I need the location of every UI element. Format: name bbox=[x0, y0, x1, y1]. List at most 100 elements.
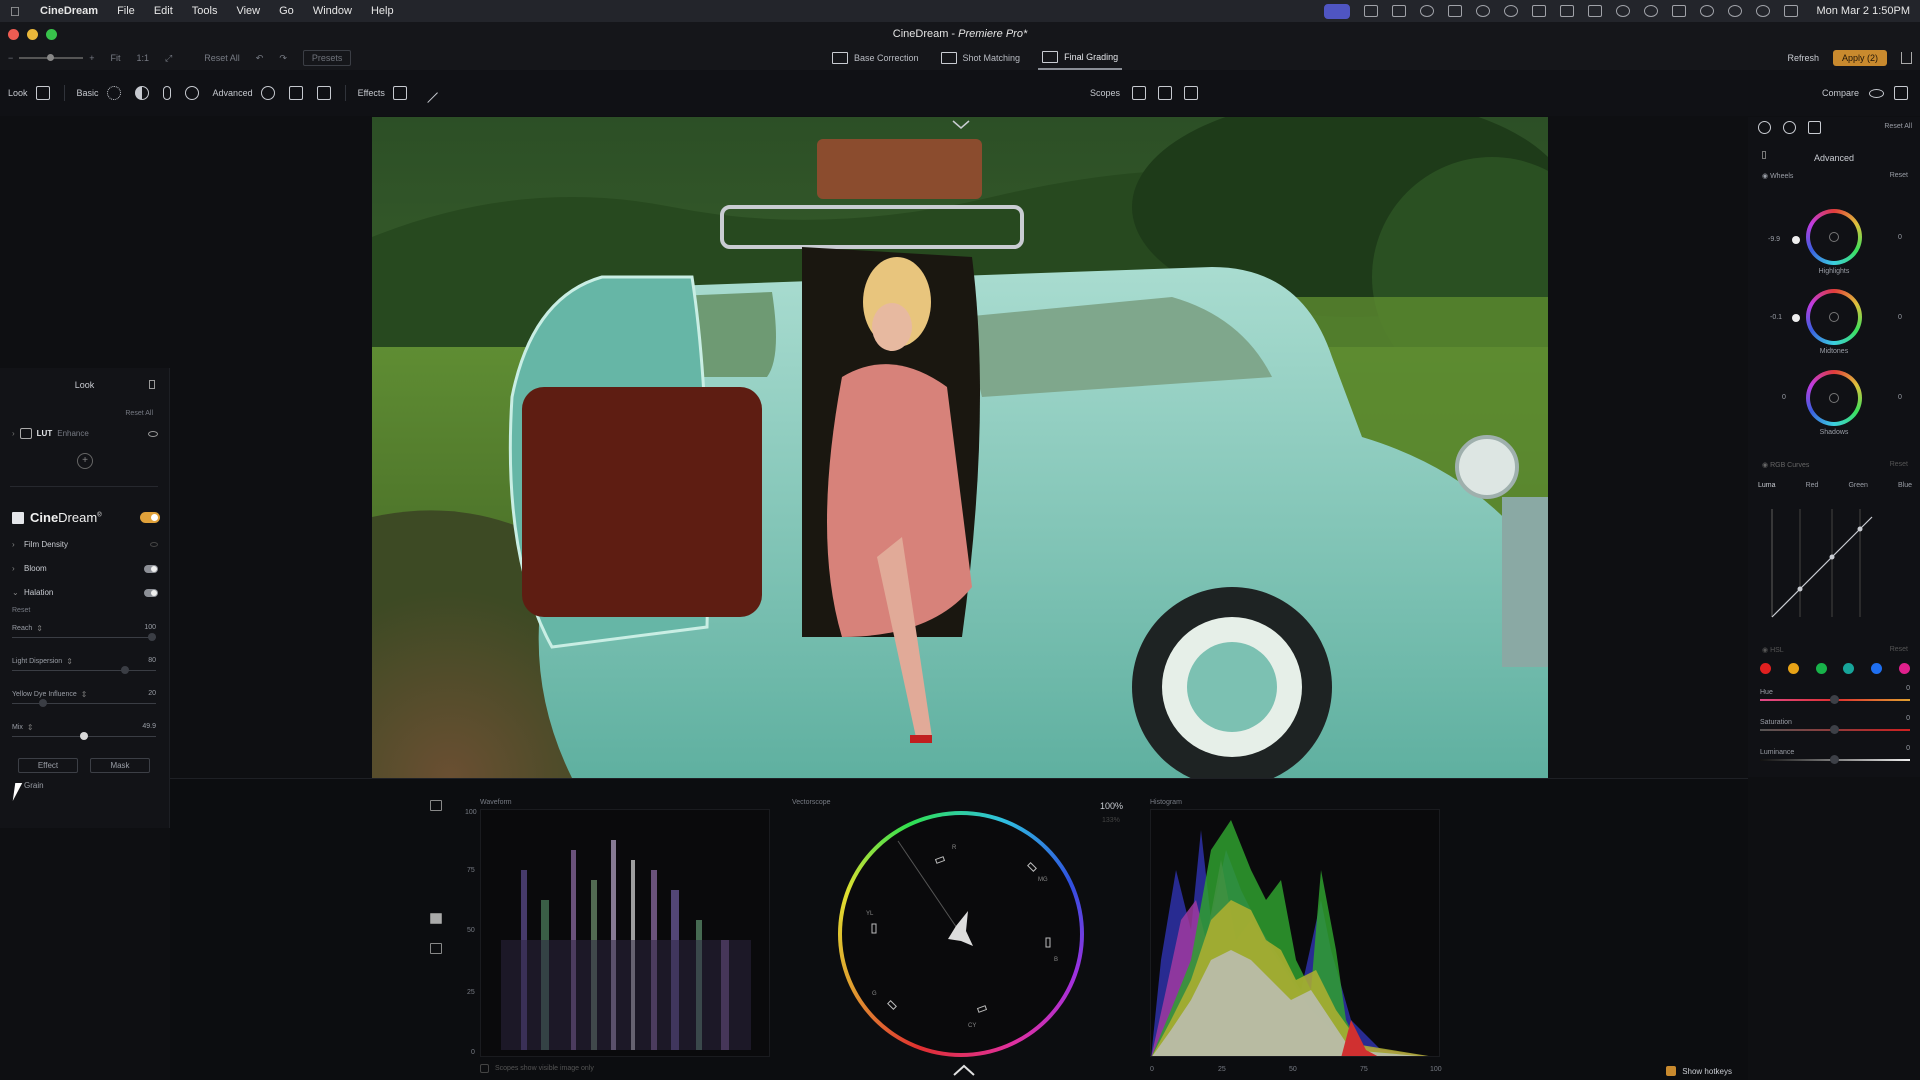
tab-shot-matching[interactable]: Shot Matching bbox=[937, 46, 1025, 70]
curves-icon[interactable] bbox=[288, 86, 303, 100]
compare-label[interactable]: Compare bbox=[1822, 88, 1859, 98]
vectorscope-zoom-alt[interactable]: 133% bbox=[1102, 817, 1120, 824]
apple-icon[interactable]:  bbox=[10, 4, 24, 19]
one-to-one-button[interactable]: 1:1 bbox=[137, 53, 150, 63]
scope-image-mode-icon[interactable] bbox=[430, 913, 442, 924]
cinedream-toggle[interactable] bbox=[140, 512, 160, 523]
visible-only-checkbox[interactable] bbox=[480, 1064, 489, 1073]
hue-knob[interactable] bbox=[1830, 695, 1839, 704]
hsl-cyan-swatch[interactable] bbox=[1843, 663, 1855, 674]
menubar-clock[interactable]: Mon Mar 2 1:50PM bbox=[1816, 5, 1910, 17]
effect-film-density[interactable]: › Film Density bbox=[12, 540, 158, 549]
search-icon[interactable] bbox=[1756, 5, 1771, 17]
menu-view[interactable]: View bbox=[236, 5, 260, 17]
saturation-slider[interactable]: Saturation 0 bbox=[1760, 715, 1910, 734]
wheels-label[interactable]: ◉ Wheels bbox=[1762, 172, 1793, 180]
menu-go[interactable]: Go bbox=[279, 5, 294, 17]
lut-row[interactable]: › LUT Enhance bbox=[12, 428, 158, 439]
rgb-curves-label[interactable]: ◉ RGB Curves bbox=[1762, 461, 1809, 469]
curve-tab-luma[interactable]: Luma bbox=[1758, 482, 1776, 489]
look-reset-all-button[interactable]: Reset All bbox=[125, 410, 153, 417]
hsl-green-swatch[interactable] bbox=[1815, 663, 1827, 674]
curves-reset-button[interactable]: Reset bbox=[1890, 461, 1908, 468]
effect-frame-icon[interactable] bbox=[392, 86, 407, 100]
chevron-right-icon[interactable]: › bbox=[12, 429, 15, 438]
curve-tab-blue[interactable]: Blue bbox=[1898, 482, 1912, 489]
sync-icon[interactable] bbox=[1476, 5, 1491, 17]
luminance-knob[interactable] bbox=[1830, 755, 1839, 764]
zoom-slider[interactable] bbox=[19, 54, 84, 61]
close-window-button[interactable] bbox=[8, 29, 19, 40]
effect-button[interactable]: Effect bbox=[18, 758, 78, 773]
saturation-icon[interactable] bbox=[184, 86, 199, 100]
basic-label[interactable]: Basic bbox=[77, 88, 99, 98]
display-icon[interactable] bbox=[1560, 5, 1575, 17]
minimize-window-button[interactable] bbox=[27, 29, 38, 40]
effect-bloom[interactable]: › Bloom bbox=[12, 564, 158, 573]
advanced-reset-all-button[interactable]: Reset All bbox=[1884, 123, 1912, 130]
look-label[interactable]: Look bbox=[8, 88, 28, 98]
zoom-window-button[interactable] bbox=[46, 29, 57, 40]
presets-button[interactable]: Presets bbox=[302, 50, 352, 66]
effects-label[interactable]: Effects bbox=[358, 88, 385, 98]
exposure-icon[interactable] bbox=[1758, 121, 1771, 134]
hsl-red-swatch[interactable] bbox=[1760, 663, 1771, 674]
luminance-slider[interactable]: Luminance 0 bbox=[1760, 745, 1910, 764]
menu-tools[interactable]: Tools bbox=[192, 5, 218, 17]
person-scope-icon[interactable] bbox=[1184, 86, 1199, 100]
saturation-knob[interactable] bbox=[1830, 725, 1839, 734]
stepper-icon[interactable]: ⇕ bbox=[36, 624, 43, 633]
show-hotkeys-option[interactable]: Show hotkeys bbox=[1666, 1066, 1732, 1076]
vectorscope-zoom[interactable]: 100% bbox=[1100, 801, 1123, 811]
shadows-wheel[interactable] bbox=[1806, 370, 1862, 426]
undo-icon[interactable]: ↶ bbox=[256, 53, 264, 64]
zoom-in-icon[interactable]: + bbox=[89, 53, 94, 63]
reach-slider[interactable]: Reach ⇕ 100 bbox=[12, 624, 156, 641]
keyboard-layout-icon[interactable] bbox=[1672, 5, 1687, 17]
light-dispersion-knob[interactable] bbox=[120, 666, 129, 674]
bloom-toggle[interactable] bbox=[144, 564, 158, 573]
menu-help[interactable]: Help bbox=[371, 5, 394, 17]
effect-frame-icon[interactable] bbox=[1808, 121, 1821, 134]
highlights-wheel[interactable] bbox=[1806, 209, 1862, 265]
bluetooth-icon[interactable] bbox=[1700, 5, 1715, 17]
effect-halation[interactable]: ⌄ Halation bbox=[12, 588, 158, 597]
font-icon[interactable] bbox=[1588, 5, 1603, 17]
halation-toggle[interactable] bbox=[144, 588, 158, 597]
dropbox-icon[interactable] bbox=[1448, 5, 1463, 17]
visible-only-option[interactable]: Scopes show visible image only bbox=[480, 1064, 594, 1073]
curve-tab-green[interactable]: Green bbox=[1848, 482, 1867, 489]
temperature-icon[interactable] bbox=[162, 86, 171, 100]
wifi-icon[interactable] bbox=[1728, 5, 1743, 17]
record-icon[interactable] bbox=[1420, 5, 1435, 17]
reach-knob[interactable] bbox=[148, 633, 156, 641]
control-center-icon[interactable] bbox=[1784, 5, 1799, 17]
fullscreen-icon[interactable]: ⤢ bbox=[165, 53, 172, 64]
hsl-blue-swatch[interactable] bbox=[1871, 663, 1883, 674]
effect-wand-icon[interactable] bbox=[418, 83, 438, 103]
timer-icon[interactable] bbox=[1616, 5, 1631, 17]
mix-knob[interactable] bbox=[79, 732, 88, 740]
exposure-icon[interactable] bbox=[106, 86, 121, 100]
reset-all-button[interactable]: Reset All bbox=[204, 53, 240, 63]
mask-button[interactable]: Mask bbox=[90, 758, 150, 773]
color-wheels-icon[interactable] bbox=[1783, 121, 1796, 134]
stepper-icon[interactable]: ⇕ bbox=[66, 657, 73, 666]
parade-scope-icon[interactable] bbox=[1158, 86, 1173, 100]
fit-button[interactable]: Fit bbox=[111, 53, 121, 63]
scope-bars-mode-icon[interactable] bbox=[430, 943, 442, 954]
refresh-button[interactable]: Refresh bbox=[1787, 53, 1819, 63]
image-viewer[interactable] bbox=[372, 117, 1548, 778]
menu-app[interactable]: CineDream bbox=[40, 5, 98, 17]
rgb-curve-graph[interactable] bbox=[1760, 497, 1910, 627]
curve-tab-red[interactable]: Red bbox=[1806, 482, 1819, 489]
midtones-wheel[interactable] bbox=[1806, 289, 1862, 345]
stepper-icon[interactable]: ⇕ bbox=[27, 723, 34, 732]
pin-icon[interactable] bbox=[149, 380, 155, 389]
camera-icon[interactable] bbox=[1364, 5, 1379, 17]
stepper-icon[interactable]: ⇕ bbox=[81, 690, 88, 699]
refresh-icon[interactable] bbox=[1504, 5, 1519, 17]
color-wheels-icon[interactable] bbox=[260, 86, 275, 100]
split-view-icon[interactable] bbox=[1894, 86, 1908, 100]
effect-grain[interactable]: Grain bbox=[24, 781, 44, 790]
